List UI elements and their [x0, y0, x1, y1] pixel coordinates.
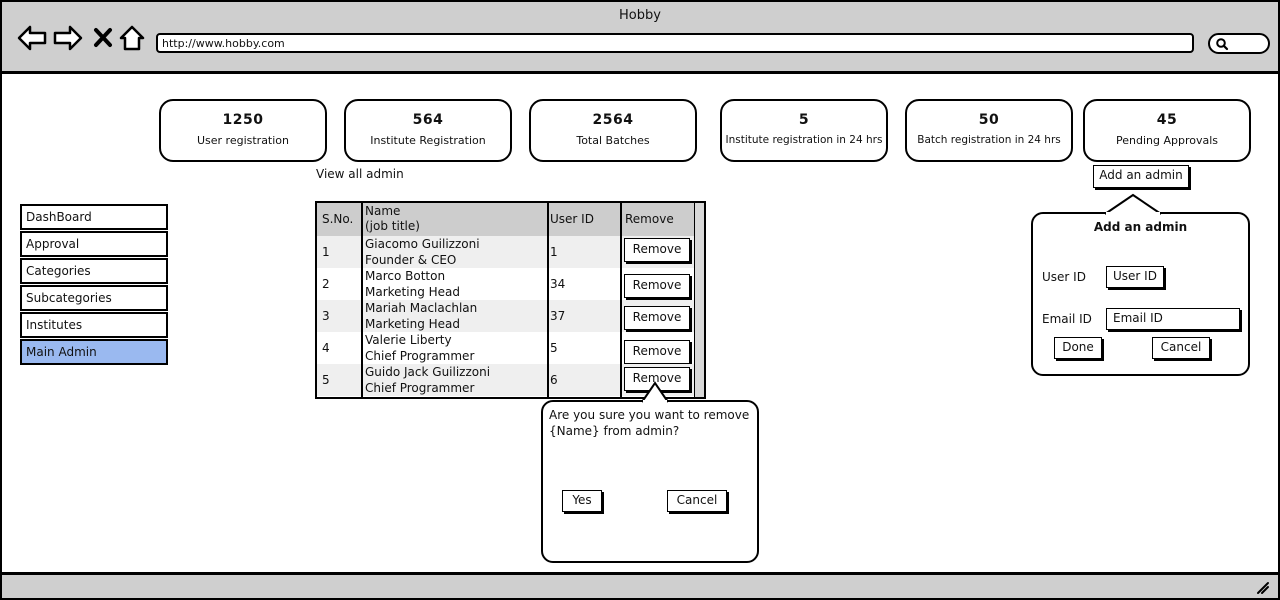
panel-pointer: [1104, 193, 1162, 215]
confirm-message: Are you sure you want to remove {Name} f…: [549, 408, 750, 438]
browser-toolbar: Hobby http://www.hobby.com: [0, 0, 1280, 74]
user-id-input[interactable]: User ID: [1106, 266, 1164, 288]
cell-sno: 2: [322, 277, 330, 291]
sidebar: DashBoard Approval Categories Subcategor…: [20, 204, 168, 366]
cell-job-title: Chief Programmer: [365, 349, 475, 363]
stat-label: Institute registration in 24 hrs: [725, 134, 883, 146]
sidebar-item-main-admin[interactable]: Main Admin: [20, 339, 168, 365]
sidebar-item-dashboard[interactable]: DashBoard: [20, 204, 168, 230]
stat-value: 5: [798, 112, 810, 128]
back-icon[interactable]: [16, 24, 48, 52]
header-name: Name: [365, 204, 401, 218]
cell-job-title: Chief Programmer: [365, 381, 475, 395]
stat-value: 564: [412, 112, 444, 128]
cell-name: Mariah Maclachlan: [365, 301, 478, 315]
confirm-remove-dialog: Are you sure you want to remove {Name} f…: [541, 400, 759, 563]
add-admin-panel: Add an admin User ID User ID Email ID Em…: [1031, 212, 1250, 376]
sidebar-item-institutes[interactable]: Institutes: [20, 312, 168, 338]
browser-search-input[interactable]: [1208, 33, 1270, 54]
stat-card-batch-registration-24h: 50 Batch registration in 24 hrs: [905, 99, 1073, 162]
url-bar[interactable]: http://www.hobby.com: [156, 33, 1194, 53]
stat-card-pending-approvals: 45 Pending Approvals: [1083, 99, 1251, 162]
table-row: 3 Mariah Maclachlan Marketing Head 37 Re…: [317, 300, 704, 332]
forward-icon[interactable]: [52, 24, 84, 52]
stat-value: 50: [978, 112, 1000, 128]
remove-button[interactable]: Remove: [624, 306, 690, 330]
stat-card-institute-registration: 564 Institute Registration: [344, 99, 512, 162]
stat-value: 2564: [592, 112, 634, 128]
cell-sno: 4: [322, 341, 330, 355]
cell-sno: 5: [322, 373, 330, 387]
stat-card-user-registration: 1250 User registration: [159, 99, 327, 162]
stat-label: Institute Registration: [370, 134, 486, 147]
user-id-label: User ID: [1042, 270, 1086, 284]
cell-user-id: 5: [550, 341, 558, 355]
view-all-admin-link[interactable]: View all admin: [316, 167, 404, 181]
window-title: Hobby: [619, 8, 661, 23]
email-id-input[interactable]: Email ID: [1106, 308, 1240, 330]
stat-card-total-batches: 2564 Total Batches: [529, 99, 697, 162]
table-row: 1 Giacomo Guilizzoni Founder & CEO 1 Rem…: [317, 236, 704, 268]
cell-user-id: 6: [550, 373, 558, 387]
home-icon[interactable]: [118, 24, 146, 52]
admin-table: S.No. Name (job title) User ID Remove 1 …: [315, 201, 706, 399]
stat-label: Pending Approvals: [1115, 134, 1218, 147]
remove-button[interactable]: Remove: [624, 238, 690, 262]
column-divider: [620, 203, 622, 397]
sidebar-item-subcategories[interactable]: Subcategories: [20, 285, 168, 311]
cell-user-id: 37: [550, 309, 566, 323]
cell-name: Guido Jack Guilizzoni: [365, 365, 491, 379]
cell-job-title: Founder & CEO: [365, 253, 457, 267]
stat-card-institute-registration-24h: 5 Institute registration in 24 hrs: [720, 99, 888, 162]
panel-title: Add an admin: [1093, 220, 1188, 234]
cell-user-id: 1: [550, 245, 558, 259]
panel-cancel-button[interactable]: Cancel: [1152, 337, 1210, 359]
remove-button[interactable]: Remove: [624, 274, 690, 298]
browser-status-bar: [0, 572, 1280, 600]
column-divider: [547, 203, 549, 397]
yes-button[interactable]: Yes: [562, 490, 602, 512]
resize-grip-icon[interactable]: [1256, 581, 1270, 595]
cell-job-title: Marketing Head: [365, 285, 460, 299]
stat-value: 1250: [222, 112, 264, 128]
cell-name: Giacomo Guilizzoni: [365, 237, 480, 251]
done-button[interactable]: Done: [1054, 337, 1102, 359]
table-row: 4 Valerie Liberty Chief Programmer 5 Rem…: [317, 332, 704, 364]
cell-sno: 1: [322, 245, 330, 259]
sidebar-item-categories[interactable]: Categories: [20, 258, 168, 284]
cell-job-title: Marketing Head: [365, 317, 460, 331]
dialog-pointer: [641, 381, 669, 403]
add-admin-button[interactable]: Add an admin: [1093, 165, 1189, 188]
table-scrollbar[interactable]: [694, 203, 704, 397]
column-divider: [361, 203, 363, 397]
stop-icon[interactable]: [93, 24, 113, 52]
header-sno: S.No.: [322, 212, 354, 226]
header-remove: Remove: [625, 212, 674, 226]
cell-name: Marco Botton: [365, 269, 446, 283]
cell-user-id: 34: [550, 277, 566, 291]
header-user-id: User ID: [550, 212, 594, 226]
confirm-cancel-button[interactable]: Cancel: [667, 490, 727, 512]
sidebar-item-approval[interactable]: Approval: [20, 231, 168, 257]
stat-label: User registration: [196, 134, 290, 147]
search-icon: [1216, 38, 1229, 51]
cell-name: Valerie Liberty: [365, 333, 452, 347]
table-row: 2 Marco Botton Marketing Head 34 Remove: [317, 268, 704, 300]
stat-label: Batch registration in 24 hrs: [917, 134, 1061, 146]
email-id-label: Email ID: [1042, 312, 1092, 326]
cell-sno: 3: [322, 309, 330, 323]
header-job-title: (job title): [365, 219, 420, 233]
stat-value: 45: [1156, 112, 1178, 128]
table-header: S.No. Name (job title) User ID Remove: [317, 203, 704, 236]
stat-label: Total Batches: [576, 134, 650, 147]
remove-button[interactable]: Remove: [624, 340, 690, 364]
